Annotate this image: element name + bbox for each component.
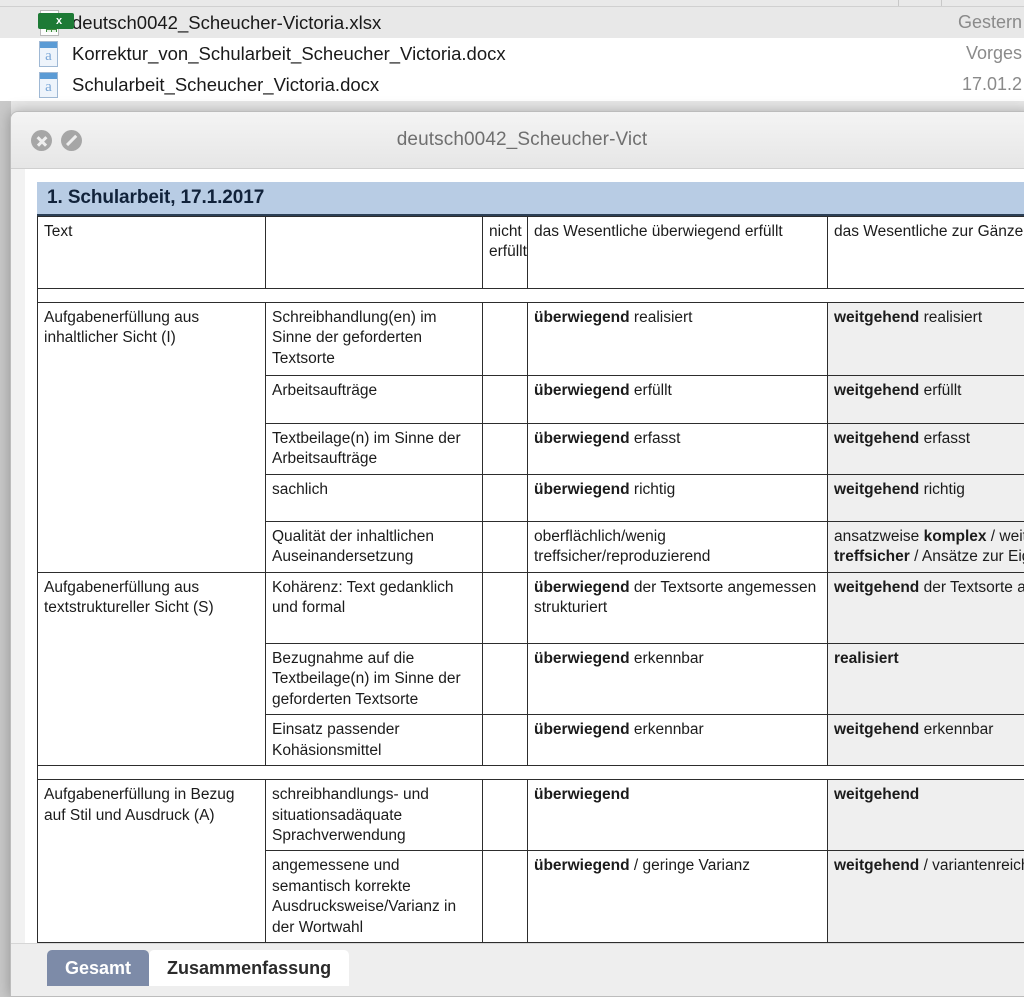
- group-label-cell[interactable]: Aufgabenerfüllung in Bezug auf Stil und …: [37, 779, 266, 944]
- quicklook-title: deutsch0042_Scheucher-Vict: [396, 129, 648, 150]
- criterion-cell[interactable]: Qualität der inhaltlichen Auseinanderset…: [265, 520, 483, 573]
- gaenze-erfuellt-cell[interactable]: weitgehend erfüllt: [827, 375, 1024, 424]
- criterion-cell[interactable]: sachlich: [265, 473, 483, 522]
- gaenze-erfuellt-cell[interactable]: realisiert: [827, 642, 1024, 716]
- quicklook-content: 1. Schularbeit, 17.1.2017 Text nicht erfü…: [25, 169, 1024, 944]
- nicht-erfuellt-cell[interactable]: [482, 571, 528, 644]
- ueberwiegend-erfuellt-cell[interactable]: überwiegend realisiert: [527, 302, 828, 376]
- header-cell-nicht-erfuellt[interactable]: nicht erfüllt: [482, 216, 528, 289]
- finder-column-header: [0, 0, 1024, 7]
- table-spacer-row: [37, 288, 1024, 303]
- table-row[interactable]: Aufgabenerfüllung aus inhaltlicher Sicht…: [37, 302, 1024, 573]
- nicht-erfuellt-cell[interactable]: [482, 473, 528, 522]
- ueberwiegend-erfuellt-cell[interactable]: oberflächlich/wenig treffsicher/reproduz…: [527, 520, 828, 573]
- criterion-cell[interactable]: Schreibhandlung(en) im Sinne der geforde…: [265, 302, 483, 376]
- header-cell-ueberwiegend[interactable]: das Wesentliche überwiegend erfüllt: [527, 216, 828, 289]
- file-row[interactable]: a Korrektur_von_Schularbeit_Scheucher_Vic…: [0, 38, 1024, 69]
- file-name: deutsch0042_Scheucher-Victoria.xlsx: [72, 11, 382, 33]
- gaenze-erfuellt-cell[interactable]: weitgehend: [827, 779, 1024, 852]
- nicht-erfuellt-cell[interactable]: [482, 642, 528, 716]
- header-cell-empty[interactable]: [265, 216, 483, 289]
- gaenze-erfuellt-cell[interactable]: weitgehend erfasst: [827, 423, 1024, 475]
- file-date: Vorges: [965, 43, 1022, 63]
- gaenze-erfuellt-cell[interactable]: weitgehend der Textsorte ange strukturie…: [827, 571, 1024, 644]
- nicht-erfuellt-cell[interactable]: [482, 375, 528, 424]
- header-cell-text[interactable]: Text: [37, 216, 266, 289]
- file-name: Schularbeit_Scheucher_Victoria.docx: [72, 73, 380, 95]
- sheet-tab-gesamt[interactable]: Gesamt: [47, 950, 150, 986]
- gaenze-erfuellt-cell[interactable]: weitgehend realisiert: [827, 302, 1024, 376]
- file-row[interactable]: a Schularbeit_Scheucher_Victoria.docx 17.0…: [0, 69, 1024, 100]
- file-date: 17.01.2: [961, 74, 1022, 94]
- ueberwiegend-erfuellt-cell[interactable]: überwiegend der Textsorte angemessen str…: [527, 571, 828, 644]
- header-cell-gaenze[interactable]: das Wesentliche zur Gänze erfüllt: [827, 216, 1024, 289]
- column-divider[interactable]: [898, 0, 899, 6]
- table-spacer-row: [37, 765, 1024, 781]
- table-row[interactable]: Aufgabenerfüllung in Bezug auf Stil und …: [37, 779, 1024, 944]
- criterion-cell[interactable]: angemessene und semantisch korrekte Ausd…: [265, 850, 483, 944]
- group-label-cell[interactable]: Aufgabenerfüllung aus textstruktureller …: [37, 571, 266, 767]
- nicht-erfuellt-cell[interactable]: [482, 520, 528, 573]
- file-date: Gestern: [957, 12, 1022, 32]
- column-divider[interactable]: [941, 0, 942, 6]
- word-file-icon: a: [38, 71, 60, 98]
- quicklook-window: deutsch0042_Scheucher-Vict 1. Schularbei…: [10, 111, 1024, 997]
- ueberwiegend-erfuellt-cell[interactable]: überwiegend erkennbar: [527, 642, 828, 716]
- criterion-cell[interactable]: schreibhandlungs- und situationsadäquate…: [265, 779, 483, 852]
- table-row[interactable]: Aufgabenerfüllung aus textstruktureller …: [37, 571, 1024, 767]
- gaenze-erfuellt-cell[interactable]: weitgehend richtig: [827, 473, 1024, 522]
- ueberwiegend-erfuellt-cell[interactable]: überwiegend / geringe Varianz: [527, 850, 828, 944]
- gaenze-erfuellt-cell[interactable]: weitgehend erkennbar: [827, 714, 1024, 767]
- file-name: Korrektur_von_Schularbeit_Scheucher_Vict…: [72, 42, 506, 64]
- ueberwiegend-erfuellt-cell[interactable]: überwiegend erfüllt: [527, 375, 828, 424]
- file-row[interactable]: x deutsch0042_Scheucher-Victoria.xlsx Gest…: [0, 7, 1024, 38]
- criterion-cell[interactable]: Kohärenz: Text gedanklich und formal: [265, 571, 483, 644]
- nicht-erfuellt-cell[interactable]: [482, 714, 528, 767]
- screen: x deutsch0042_Scheucher-Victoria.xlsx Gest…: [0, 0, 1024, 997]
- nicht-erfuellt-cell[interactable]: [482, 850, 528, 944]
- table-header-row: Text nicht erfüllt das Wesentliche überwie…: [37, 216, 1024, 289]
- sheet-tabs: Gesamt Zusammenfassung: [47, 950, 350, 986]
- ueberwiegend-erfuellt-cell[interactable]: überwiegend richtig: [527, 473, 828, 522]
- nicht-erfuellt-cell[interactable]: [482, 423, 528, 475]
- group-label-cell[interactable]: Aufgabenerfüllung aus inhaltlicher Sicht…: [37, 302, 266, 573]
- document-banner: 1. Schularbeit, 17.1.2017: [37, 182, 1024, 216]
- word-file-icon: a: [38, 40, 60, 67]
- assessment-table: Text nicht erfüllt das Wesentliche überwie…: [37, 216, 1024, 944]
- nicht-erfuellt-cell[interactable]: [482, 779, 528, 852]
- excel-file-icon: x: [38, 9, 74, 36]
- ueberwiegend-erfuellt-cell[interactable]: überwiegend: [527, 779, 828, 852]
- spreadsheet-document: 1. Schularbeit, 17.1.2017 Text nicht erfü…: [25, 169, 1024, 944]
- ueberwiegend-erfuellt-cell[interactable]: überwiegend erkennbar: [527, 714, 828, 767]
- criterion-cell[interactable]: Arbeitsaufträge: [265, 375, 483, 424]
- criterion-cell[interactable]: Textbeilage(n) im Sinne der Arbeitsauftr…: [265, 423, 483, 475]
- quicklook-titlebar: deutsch0042_Scheucher-Vict: [11, 112, 1024, 169]
- sheet-tab-bar: Gesamt Zusammenfassung: [11, 943, 1024, 996]
- criterion-cell[interactable]: Bezugnahme auf die Textbeilage(n) im Sin…: [265, 642, 483, 716]
- document-banner-title: 1. Schularbeit, 17.1.2017: [47, 187, 265, 208]
- gaenze-erfuellt-cell[interactable]: weitgehend / variantenreich: [827, 850, 1024, 944]
- nicht-erfuellt-cell[interactable]: [482, 302, 528, 376]
- criterion-cell[interactable]: Einsatz passender Kohäsionsmittel: [265, 714, 483, 767]
- gaenze-erfuellt-cell[interactable]: ansatzweise komplex / weitgehtreffsicher…: [827, 520, 1024, 573]
- sheet-tab-zusammenfassung[interactable]: Zusammenfassung: [149, 950, 350, 986]
- ueberwiegend-erfuellt-cell[interactable]: überwiegend erfasst: [527, 423, 828, 475]
